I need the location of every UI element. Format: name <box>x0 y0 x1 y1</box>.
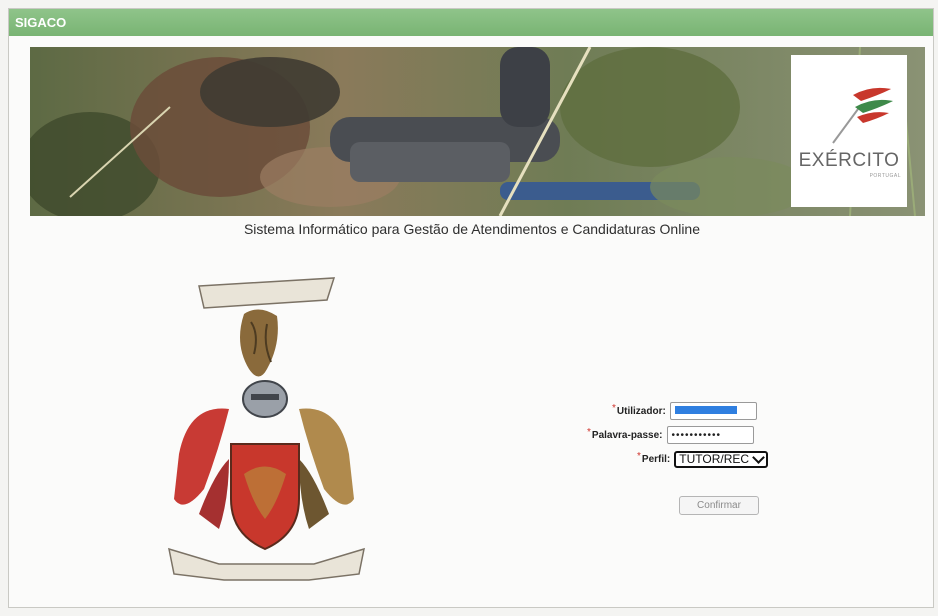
profile-row: * Perfil: TUTOR/REC <box>637 449 769 469</box>
password-row: * Palavra-passe: ••••••••••• <box>587 425 754 445</box>
password-label: Palavra-passe: <box>591 429 663 441</box>
logo-text: EXÉRCITO <box>798 150 900 171</box>
required-mark: * <box>637 451 641 462</box>
required-mark: * <box>612 403 616 414</box>
logo-subtext: PORTUGAL <box>869 173 901 179</box>
username-redacted <box>674 406 737 414</box>
army-logo: EXÉRCITO PORTUGAL <box>791 55 907 207</box>
confirm-button[interactable]: Confirmar <box>679 496 759 515</box>
username-input[interactable] <box>669 402 757 420</box>
user-row: * Utilizador: <box>612 401 757 421</box>
header-banner: EXÉRCITO PORTUGAL <box>30 47 925 216</box>
coat-of-arms-icon <box>168 277 365 581</box>
password-input[interactable]: ••••••••••• <box>666 426 754 444</box>
flag-icon <box>832 87 893 144</box>
coat-of-arms <box>159 274 374 589</box>
profile-select-value: TUTOR/REC <box>679 452 750 466</box>
page-subtitle: Sistema Informático para Gestão de Atend… <box>243 221 701 237</box>
login-form: * Utilizador: * Palavra-passe: •••••••••… <box>569 394 829 534</box>
app-window: SIGACO EXÉRCITO PORTUGAL Sistema Informá… <box>8 8 934 608</box>
profile-label: Perfil: <box>641 453 671 465</box>
chevron-down-icon <box>752 450 766 464</box>
user-label: Utilizador: <box>616 405 666 417</box>
app-title: SIGACO <box>9 9 933 36</box>
profile-select[interactable]: TUTOR/REC <box>674 450 769 468</box>
required-mark: * <box>587 427 591 438</box>
